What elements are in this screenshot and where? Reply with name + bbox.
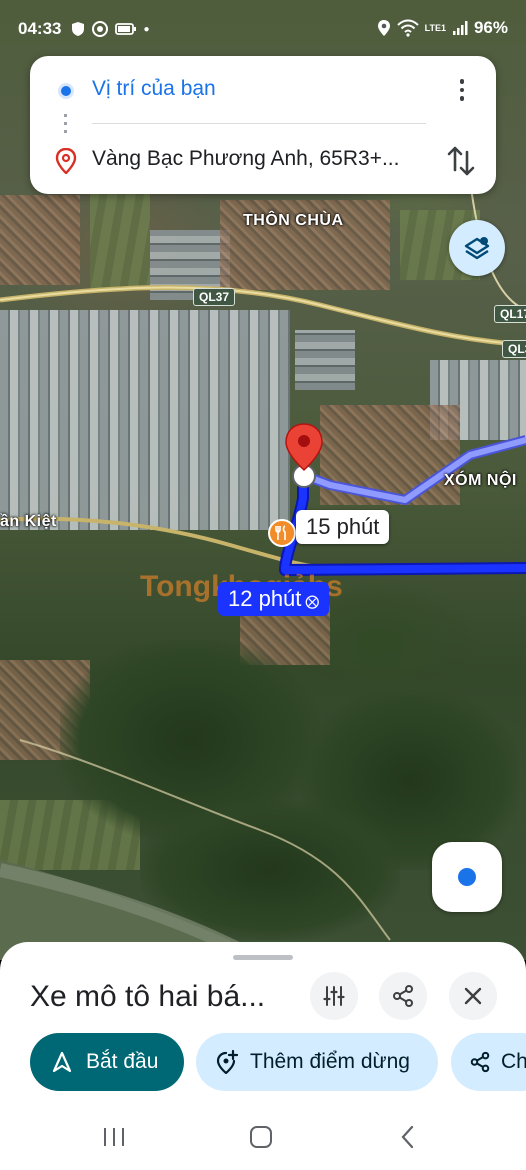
swap-vert-icon[interactable] [446,144,476,178]
home-icon[interactable] [246,1122,276,1152]
sync-icon [92,21,109,37]
close-icon [464,987,482,1005]
location-icon [377,20,390,36]
directions-bottom-sheet: Xe mô tô hai bá... Bắt đầu Thêm điểm dừn… [0,942,526,1170]
map-label-an-kiet: ần Kiệt [0,513,57,530]
share-icon [470,1051,490,1073]
share-button[interactable] [379,972,427,1020]
shield-icon [72,22,85,36]
drag-handle[interactable] [233,955,293,960]
back-icon[interactable] [393,1122,423,1152]
travel-mode-title: Xe mô tô hai bá... [30,980,266,1013]
start-navigation-button[interactable]: Bắt đầu [30,1033,184,1091]
tune-icon [323,986,345,1006]
alternate-route-duration-chip[interactable]: 12 phút ⨂ [218,582,330,616]
route-options-button[interactable] [310,972,358,1020]
destination-pin-icon [55,148,77,174]
start-label: Bắt đầu [86,1050,159,1073]
route-card: Vị trí của bạn Vàng Bạc Phương Anh, 65R3… [30,56,496,194]
card-divider [92,123,426,124]
motorbike-icon: ⨂ [301,593,320,609]
navigation-arrow-icon [52,1051,72,1073]
my-location-button[interactable] [432,842,502,912]
origin-field[interactable]: Vị trí của bạn [92,77,216,101]
add-location-icon [216,1050,238,1074]
route-duration-chip[interactable]: 15 phút [296,510,390,544]
wifi-icon [396,19,419,37]
map-label-thon-chua: THÔN CHÙA [243,212,344,229]
status-bar: 04:33 ● LTE1 96% [0,0,526,58]
destination-field[interactable]: Vàng Bạc Phương Anh, 65R3+... [92,147,399,171]
origin-dot-icon [58,83,74,99]
my-location-icon [458,868,476,886]
road-shield-ql17: QL17 [494,305,526,323]
share-directions-button[interactable]: Ch [451,1033,526,1091]
network-type: LTE1 [424,22,446,33]
road-shield-ql3: QL3 [502,340,526,358]
close-button[interactable] [449,972,497,1020]
recent-apps-icon[interactable] [99,1122,129,1152]
route-connector [64,114,67,138]
share-label: Ch [501,1050,526,1073]
layers-button[interactable] [449,220,505,276]
layers-icon [464,237,490,260]
battery-saver-icon [115,23,137,35]
battery-percentage: 96% [473,18,508,37]
alternate-duration-text: 12 phút [228,586,302,611]
road-shield-ql37: QL37 [193,288,236,306]
destination-pin[interactable] [282,422,326,492]
share-icon [393,985,413,1007]
restaurant-icon[interactable] [268,519,296,547]
system-nav-bar [0,1104,526,1170]
signal-icon [452,21,468,35]
more-vert-icon[interactable] [450,74,474,106]
map-label-xom-noi: XÓM NỘI [444,472,517,489]
status-right-group: LTE1 96% [377,18,508,38]
status-time: 04:33 [18,19,62,38]
notification-dot: ● [143,23,150,35]
add-stop-label: Thêm điểm dừng [250,1050,410,1073]
add-stop-button[interactable]: Thêm điểm dừng [196,1033,438,1091]
